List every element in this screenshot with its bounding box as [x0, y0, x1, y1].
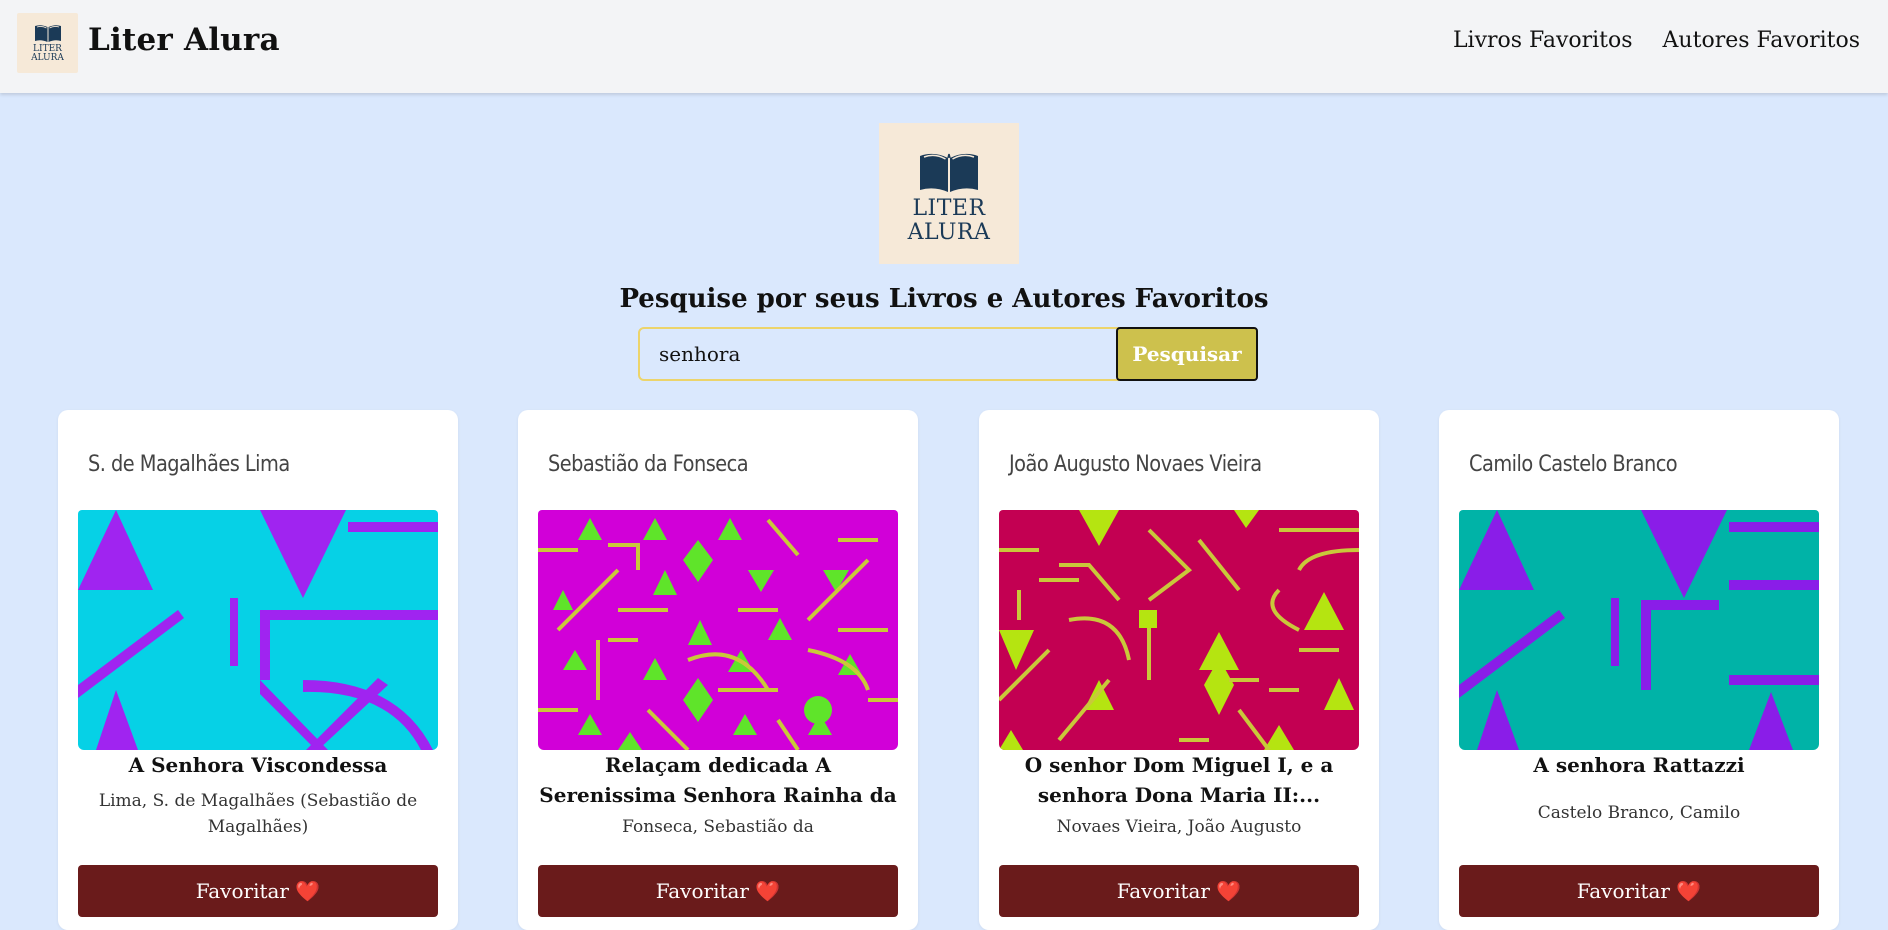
- brand-logo[interactable]: LITER ALURA: [17, 13, 78, 73]
- nav-favorite-authors-link[interactable]: Autores Favoritos: [1663, 28, 1860, 53]
- book-cover[interactable]: S. de Magalhães Lima: [78, 430, 438, 750]
- nav-favorite-books-link[interactable]: Livros Favoritos: [1453, 28, 1633, 53]
- hero-logo-line2: ALURA: [907, 220, 991, 245]
- book-title: Relaçam dedicada A Serenissima Senhora R…: [539, 753, 897, 807]
- book-author: Novaes Vieira, João Augusto: [1056, 817, 1302, 837]
- book-card: Camilo Castelo Branco A senhora Rattazzi…: [1439, 410, 1839, 930]
- book-cover[interactable]: João Augusto Novaes Vieira: [999, 430, 1359, 750]
- favorite-button[interactable]: Favoritar ❤️: [78, 865, 438, 917]
- search-bar: Pesquisar: [638, 327, 1258, 381]
- book-author: Fonseca, Sebastião da: [622, 817, 814, 837]
- book-author: Lima, S. de Magalhães (Sebastião de Maga…: [98, 791, 418, 837]
- cover-author-text: João Augusto Novaes Vieira: [1009, 452, 1262, 477]
- search-heading: Pesquise por seus Livros e Autores Favor…: [619, 284, 1269, 314]
- hero-logo-text: LITER ALURA: [908, 197, 991, 245]
- book-cover[interactable]: Camilo Castelo Branco: [1459, 430, 1819, 750]
- favorite-button[interactable]: Favoritar ❤️: [538, 865, 898, 917]
- open-book-icon: [34, 25, 61, 42]
- cover-art-image: [78, 510, 438, 750]
- hero-logo: LITER ALURA: [879, 123, 1019, 264]
- cover-author-text: Camilo Castelo Branco: [1469, 452, 1678, 477]
- favorite-button[interactable]: Favoritar ❤️: [999, 865, 1359, 917]
- favorite-button[interactable]: Favoritar ❤️: [1459, 865, 1819, 917]
- search-input[interactable]: [638, 327, 1119, 381]
- book-title: O senhor Dom Miguel I, e a senhora Dona …: [1024, 753, 1334, 807]
- book-cover[interactable]: Sebastião da Fonseca: [538, 430, 898, 750]
- cover-author-text: S. de Magalhães Lima: [88, 452, 290, 477]
- book-card: Sebastião da Fonseca Relaçam dedicada A …: [518, 410, 918, 930]
- main-nav: Livros Favoritos Autores Favoritos: [1453, 28, 1860, 53]
- book-card: João Augusto Novaes Vieira O senhor Dom …: [979, 410, 1379, 930]
- hero-logo-line1: LITER: [912, 196, 986, 221]
- cover-art-image: [1459, 510, 1819, 750]
- brand-title[interactable]: Liter Alura: [88, 22, 280, 58]
- cover-art-image: [538, 510, 898, 750]
- search-button[interactable]: Pesquisar: [1116, 327, 1258, 381]
- cover-art-image: [999, 510, 1359, 750]
- cover-author-text: Sebastião da Fonseca: [548, 452, 749, 477]
- brand-logo-line2: ALURA: [31, 53, 64, 63]
- open-book-icon: [920, 153, 978, 192]
- book-card: S. de Magalhães Lima A Senhora Viscondes…: [58, 410, 458, 930]
- brand-logo-text: LITER ALURA: [31, 45, 64, 63]
- book-author: Castelo Branco, Camilo: [1537, 803, 1741, 823]
- top-navbar: LITER ALURA Liter Alura Livros Favoritos…: [0, 0, 1888, 93]
